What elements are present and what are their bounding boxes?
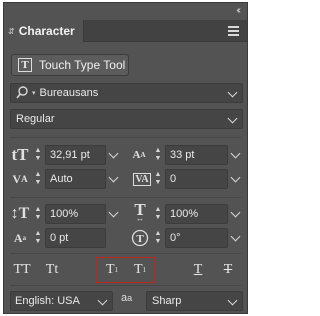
horizontal-scale-stepper[interactable]: ▲ ▼ <box>153 204 163 224</box>
baseline-shift-icon: Aa <box>13 230 27 245</box>
font-size-stepper[interactable]: ▲ ▼ <box>33 145 43 165</box>
font-family-field[interactable]: ▾ Bureausans <box>10 83 243 103</box>
divider <box>10 197 241 198</box>
chevron-down-icon[interactable] <box>97 295 108 306</box>
baseline-shift-input[interactable]: 0 pt <box>45 228 106 248</box>
vertical-scale-stepper[interactable]: ▲ ▼ <box>33 204 43 224</box>
strikethrough-label: T <box>223 262 233 277</box>
leading-icon: AA <box>132 149 146 161</box>
character-rotation-icon: T <box>128 228 152 248</box>
panel-title-bar: ⇵ Character <box>4 20 247 42</box>
language-select[interactable]: English: USA <box>10 291 113 311</box>
search-dropdown-icon[interactable]: ▾ <box>32 89 36 97</box>
vertical-scale-input[interactable]: 100% <box>45 204 106 224</box>
underline-button[interactable]: T <box>186 259 210 281</box>
horizontal-scale-icon: T ↔ <box>134 199 146 223</box>
kerning-combo[interactable]: Auto <box>45 169 121 189</box>
character-panel: ‹‹ ⇵ Character T Touch Type Tool ▾ Burea… <box>3 2 248 314</box>
tracking-input[interactable]: 0 <box>165 169 228 189</box>
character-rotation-stepper[interactable]: ▲ ▼ <box>153 228 163 248</box>
expand-collapse-icon[interactable]: ⇵ <box>8 27 15 36</box>
chevron-down-icon[interactable] <box>229 228 243 248</box>
baseline-shift-combo[interactable]: 0 pt <box>45 228 121 248</box>
highlight-box <box>96 257 156 283</box>
kerning-input[interactable]: Auto <box>45 169 106 189</box>
small-caps-label: Tt <box>45 262 59 277</box>
kerning-stepper[interactable]: ▲ ▼ <box>33 169 43 189</box>
search-icon <box>16 86 28 99</box>
font-style-value: Regular <box>16 113 55 125</box>
horizontal-scale-input[interactable]: 100% <box>165 204 228 224</box>
chevron-down-icon[interactable] <box>229 145 243 165</box>
chevron-down-icon[interactable] <box>227 295 238 306</box>
chevron-down-icon[interactable] <box>227 113 238 124</box>
font-size-icon: tT <box>11 145 29 164</box>
horizontal-scale-combo[interactable]: 100% <box>165 204 243 224</box>
divider <box>10 253 241 254</box>
chevron-down-icon[interactable] <box>107 145 121 165</box>
leading-combo[interactable]: 33 pt <box>165 145 243 165</box>
all-caps-label: TT <box>13 262 31 277</box>
vertical-scale-icon: ↕T <box>10 205 30 222</box>
svg-text:T: T <box>136 233 144 245</box>
baseline-shift-stepper[interactable]: ▲ ▼ <box>33 228 43 248</box>
chevron-down-icon[interactable] <box>229 204 243 224</box>
font-size-input[interactable]: 32,91 pt <box>45 145 106 165</box>
antialiasing-icon-letter-small: a <box>127 293 133 303</box>
divider <box>10 137 241 138</box>
panel-top-strip: ‹‹ <box>4 3 247 20</box>
tracking-icon: VA <box>133 172 151 186</box>
chevron-down-icon[interactable] <box>107 204 121 224</box>
font-family-value: Bureausans <box>39 87 99 99</box>
character-rotation-combo[interactable]: 0° <box>165 228 243 248</box>
all-caps-button[interactable]: TT <box>10 259 34 281</box>
antialiasing-select[interactable]: Sharp <box>146 291 243 311</box>
divider <box>10 285 241 286</box>
touch-type-tool-label: Touch Type Tool <box>39 58 126 72</box>
double-chevron-left-icon[interactable]: ‹‹ <box>236 5 240 16</box>
small-caps-button[interactable]: Tt <box>40 259 64 281</box>
chevron-down-icon[interactable] <box>107 169 121 189</box>
tracking-combo[interactable]: 0 <box>165 169 243 189</box>
font-size-combo[interactable]: 32,91 pt <box>45 145 121 165</box>
antialiasing-value: Sharp <box>152 295 182 307</box>
font-style-field[interactable]: Regular <box>10 109 243 129</box>
chevron-down-icon[interactable] <box>227 87 238 98</box>
vertical-scale-combo[interactable]: 100% <box>45 204 121 224</box>
tracking-stepper[interactable]: ▲ ▼ <box>153 169 163 189</box>
language-value: English: USA <box>15 295 80 307</box>
leading-input[interactable]: 33 pt <box>165 145 228 165</box>
underline-label: T <box>193 262 203 277</box>
touch-type-icon: T <box>18 58 32 72</box>
tab-character[interactable]: ⇵ Character <box>4 20 84 42</box>
hamburger-menu-icon[interactable] <box>228 26 239 36</box>
kerning-icon: VA <box>12 171 28 186</box>
character-rotation-input[interactable]: 0° <box>165 228 228 248</box>
leading-stepper[interactable]: ▲ ▼ <box>153 145 163 165</box>
strikethrough-button[interactable]: T <box>216 259 240 281</box>
antialiasing-icon: aa <box>121 292 132 304</box>
chevron-down-icon[interactable] <box>229 169 243 189</box>
panel-title: Character <box>18 24 75 38</box>
touch-type-tool-button[interactable]: T Touch Type Tool <box>11 54 129 76</box>
